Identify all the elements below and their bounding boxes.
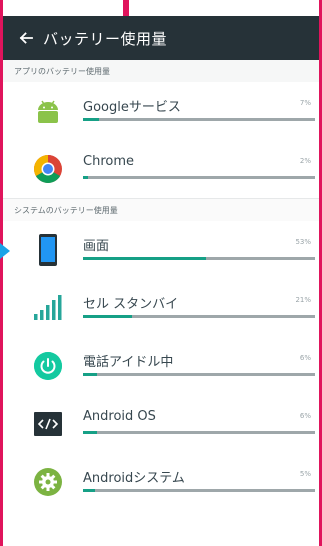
usage-bar-fill	[83, 257, 206, 260]
phone-screen-icon	[30, 232, 66, 268]
usage-bar	[83, 257, 315, 260]
section-header-system: システムのバッテリー使用量	[3, 198, 319, 221]
usage-bar-fill	[83, 373, 97, 376]
usage-bar	[83, 176, 315, 179]
usage-bar	[83, 489, 315, 492]
signal-bars-icon	[30, 290, 66, 326]
app-label: Android OS	[83, 409, 156, 424]
app-label: 電話アイドル中	[83, 355, 174, 370]
back-button[interactable]	[9, 16, 43, 60]
usage-percent: 53%	[295, 238, 311, 246]
usage-percent: 7%	[299, 99, 311, 107]
usage-bar	[83, 431, 315, 434]
usage-bar-fill	[83, 489, 95, 492]
usage-bar-fill	[83, 118, 100, 121]
pointer-arrow-icon	[0, 243, 10, 259]
arrow-back-icon	[19, 32, 33, 44]
usage-bar	[83, 118, 315, 121]
app-bar: バッテリー使用量	[3, 16, 319, 60]
usage-percent: 2%	[299, 157, 311, 165]
list-item-phone-idle[interactable]: 電話アイドル中 6%	[3, 337, 319, 395]
usage-bar-fill	[83, 176, 88, 179]
list-item-cell-standby[interactable]: セル スタンバイ 21%	[3, 279, 319, 337]
usage-bar	[83, 315, 315, 318]
app-label: Googleサービス	[83, 100, 181, 115]
usage-percent: 21%	[295, 296, 311, 304]
list-item-android-system[interactable]: Androidシステム 5%	[3, 453, 319, 511]
app-label: Androidシステム	[83, 471, 185, 486]
app-label: 画面	[83, 239, 110, 254]
page-title: バッテリー使用量	[43, 29, 168, 48]
usage-bar-fill	[83, 315, 132, 318]
chrome-icon	[30, 151, 66, 187]
list-item-android-os[interactable]: Android OS 6%	[3, 395, 319, 453]
usage-bar-fill	[83, 431, 97, 434]
section-header-apps: アプリのバッテリー使用量	[3, 60, 319, 82]
battery-usage-list: アプリのバッテリー使用量 Googleサービス 7% Chrome 2% システ…	[3, 60, 319, 546]
usage-percent: 5%	[299, 470, 311, 478]
usage-bar	[83, 373, 315, 376]
usage-percent: 6%	[299, 354, 311, 362]
android-settings-icon	[30, 464, 66, 500]
list-item-chrome[interactable]: Chrome 2%	[3, 140, 319, 198]
app-label: セル スタンバイ	[83, 297, 179, 312]
list-item-screen[interactable]: 画面 53%	[3, 221, 319, 279]
usage-percent: 6%	[299, 412, 311, 420]
frame-marker	[123, 0, 129, 16]
code-icon	[30, 406, 66, 442]
power-icon	[30, 348, 66, 384]
app-label: Chrome	[83, 154, 134, 169]
android-robot-icon	[30, 93, 66, 129]
list-item-google-services[interactable]: Googleサービス 7%	[3, 82, 319, 140]
